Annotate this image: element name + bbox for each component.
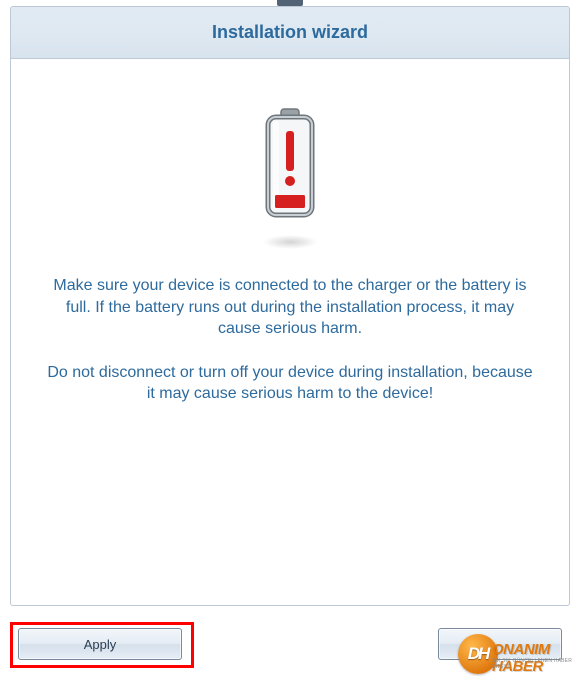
button-bar: Apply — [10, 612, 570, 672]
warning-text-1: Make sure your device is connected to th… — [46, 275, 534, 340]
apply-button[interactable]: Apply — [18, 628, 182, 660]
battery-shadow — [263, 235, 318, 249]
wizard-body: Make sure your device is connected to th… — [11, 59, 569, 435]
next-button[interactable] — [438, 628, 562, 660]
wizard-header: Installation wizard — [11, 7, 569, 59]
wizard-panel: Installation wizard Make sure your devic — [10, 6, 570, 606]
warning-text-2: Do not disconnect or turn off your devic… — [46, 362, 534, 405]
wizard-title: Installation wizard — [212, 22, 368, 43]
battery-warning-icon — [250, 107, 330, 227]
